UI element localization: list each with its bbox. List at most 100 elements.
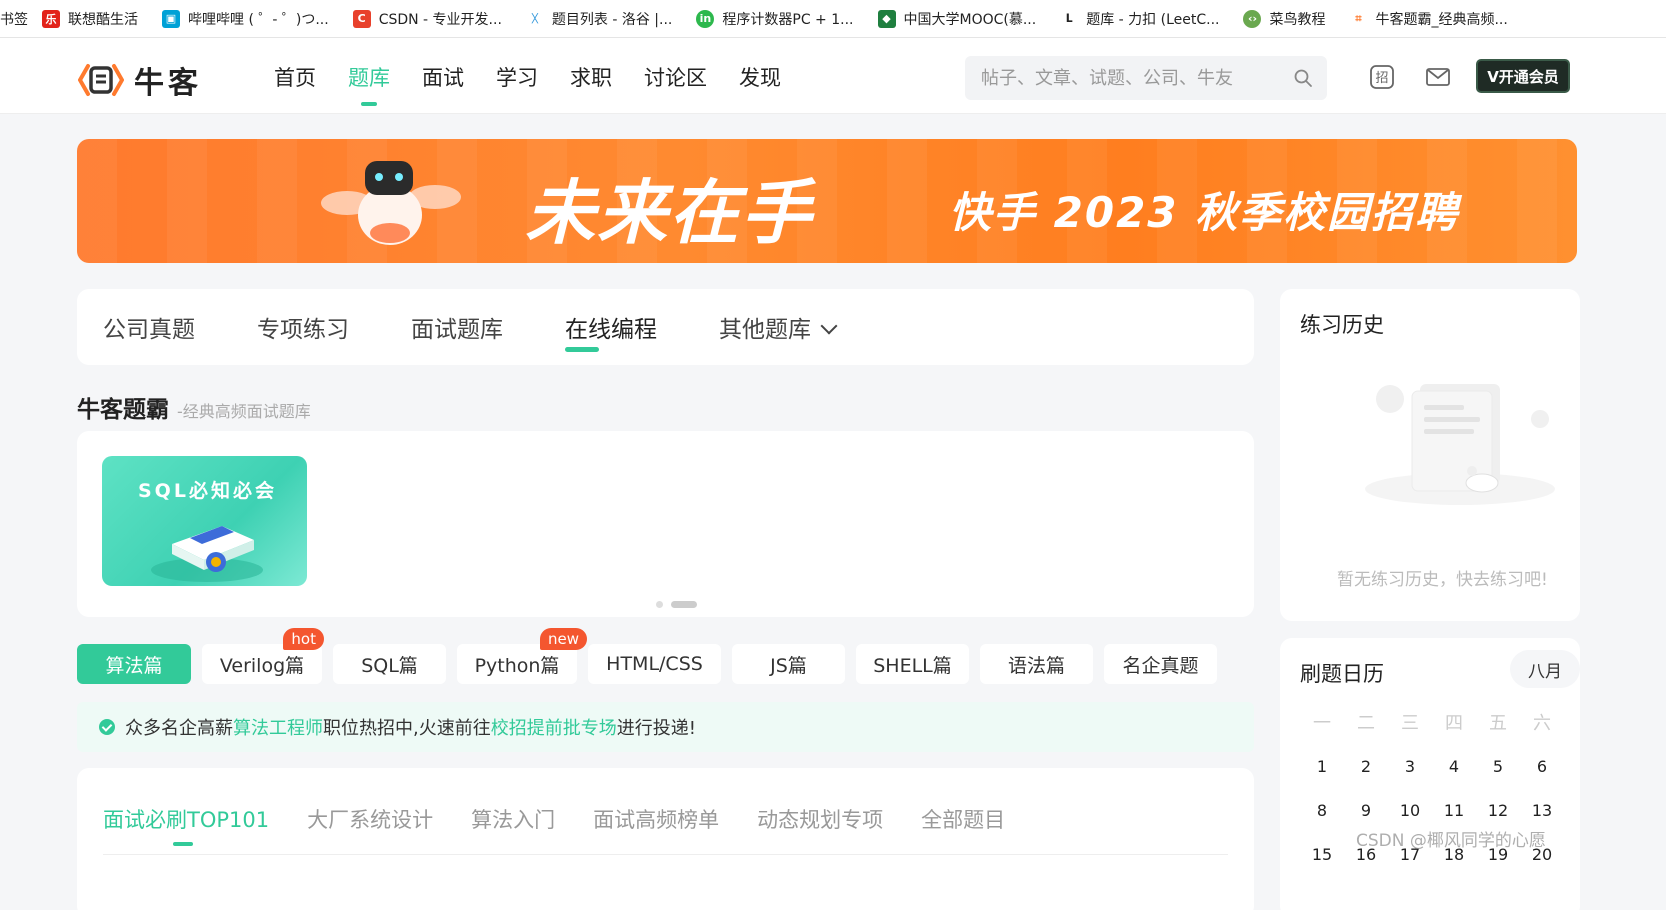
notice-link-algorithm-engineer[interactable]: 算法工程师 <box>233 714 323 740</box>
job-notice: 众多名企高薪 算法工程师 职位热招中,火速前往 校招提前批专场 进行投递! <box>77 702 1254 752</box>
luogu-icon: ᚷ <box>525 9 544 28</box>
nav-learn[interactable]: 学习 <box>496 62 538 92</box>
lang-algorithm[interactable]: 算法篇 <box>77 644 191 684</box>
lang-label: 语法篇 <box>1007 654 1065 677</box>
tab-high-frequency[interactable]: 面试高频榜单 <box>593 804 719 834</box>
logo-text: 牛客 <box>134 66 202 101</box>
bookmark-label: CSDN - 专业开发... <box>378 11 502 28</box>
tab-system-design[interactable]: 大厂系统设计 <box>307 804 433 834</box>
vip-button[interactable]: V开通会员 <box>1476 59 1570 93</box>
calendar-day[interactable]: 10 <box>1388 801 1432 820</box>
tab-company-questions[interactable]: 公司真题 <box>103 310 195 344</box>
category-tabs: 公司真题 专项练习 面试题库 在线编程 其他题库 <box>77 289 1254 365</box>
search-input[interactable] <box>965 56 1265 100</box>
calendar-day[interactable]: 9 <box>1344 801 1388 820</box>
calendar-day[interactable]: 2 <box>1344 757 1388 776</box>
calendar-day[interactable]: 11 <box>1432 801 1476 820</box>
bookmark-leetcode[interactable]: ᒪ 题库 - 力扣 (LeetC... <box>1060 9 1219 29</box>
tab-other-banks[interactable]: 其他题库 <box>719 310 838 344</box>
lang-sql[interactable]: SQL篇 <box>333 644 446 684</box>
banner-slogan: 未来在手 <box>525 172 813 254</box>
nav-jobs[interactable]: 求职 <box>570 62 612 92</box>
weekday-label: 五 <box>1489 713 1507 734</box>
lang-html-css[interactable]: HTML/CSS <box>588 644 721 684</box>
bookmark-nowcoder[interactable]: ⌗ 牛客题霸_经典高频... <box>1349 9 1508 29</box>
tab-interview-bank[interactable]: 面试题库 <box>411 310 503 344</box>
nav-interview[interactable]: 面试 <box>422 62 464 92</box>
lang-label: JS篇 <box>770 654 807 677</box>
bookmark-label: 书签 <box>0 11 28 28</box>
bookmark-mooc[interactable]: ◆ 中国大学MOOC(慕... <box>877 9 1037 29</box>
practice-history-card: 练习历史 暂无练习历史，快去练习吧! <box>1280 289 1580 621</box>
sql-card-title: SQL必知必会 <box>138 480 277 502</box>
month-selector[interactable]: 八月 <box>1510 650 1580 688</box>
check-circle-icon <box>99 719 115 735</box>
bookmark-label: 题库 - 力扣 (LeetC... <box>1086 11 1220 28</box>
csdn-icon: C <box>352 9 371 28</box>
calendar-day[interactable]: 6 <box>1520 757 1564 776</box>
hot-badge: hot <box>283 628 324 650</box>
infoq-icon: in <box>696 9 715 28</box>
lang-verilog[interactable]: Verilog篇 hot <box>202 628 324 684</box>
calendar-day[interactable]: 15 <box>1300 845 1344 864</box>
carousel-dot-active[interactable] <box>671 601 697 608</box>
tab-top101[interactable]: 面试必刷TOP101 <box>103 804 269 846</box>
tab-online-coding[interactable]: 在线编程 <box>565 310 657 352</box>
lang-python[interactable]: Python篇 new <box>457 628 587 684</box>
leetcode-icon: ᒪ <box>1060 9 1079 28</box>
csdn-watermark: CSDN @椰风同学的心愿 <box>1356 831 1546 851</box>
bookmark-csdn[interactable]: C CSDN - 专业开发... <box>352 9 502 29</box>
lang-company-questions[interactable]: 名企真题 <box>1104 644 1217 684</box>
bookmark-bilibili[interactable]: ▣ 哔哩哔哩 ( ゜- ゜)つ... <box>162 9 329 29</box>
bookmarks-bar: 书签 乐联想酷生活 ▣ 哔哩哔哩 ( ゜- ゜)つ... C CSDN - 专业开发… <box>0 0 1666 38</box>
bookmark-infoq[interactable]: in 程序计数器PC + 1... <box>696 9 854 29</box>
calendar-day[interactable]: 3 <box>1388 757 1432 776</box>
section-heading: 牛客题霸 -经典高频面试题库 <box>77 390 311 424</box>
nowcoder-logo-icon <box>78 64 124 96</box>
banner-title: 快手 2023 秋季校园招聘 <box>949 188 1460 237</box>
nowcoder-icon: ⌗ <box>1349 9 1368 28</box>
calendar-day[interactable]: 4 <box>1432 757 1476 776</box>
bookmark-folder[interactable]: 书签 <box>0 9 28 29</box>
calendar-day[interactable]: 8 <box>1300 801 1344 820</box>
sql-course-card[interactable]: SQL必知必会 <box>102 456 307 586</box>
calendar-day[interactable]: 12 <box>1476 801 1520 820</box>
tab-topic-practice[interactable]: 专项练习 <box>257 310 349 344</box>
lang-js[interactable]: JS篇 <box>732 644 845 684</box>
section-title: 牛客题霸 <box>77 397 169 423</box>
bookmark-runoob[interactable]: ‹› 菜鸟教程 <box>1243 9 1325 29</box>
lang-syntax[interactable]: 语法篇 <box>980 644 1093 684</box>
tab-all-problems[interactable]: 全部题目 <box>921 804 1005 834</box>
nav-discuss[interactable]: 讨论区 <box>644 62 707 92</box>
carousel-dot[interactable] <box>656 601 663 608</box>
bookmark-label: 中国大学MOOC(慕... <box>903 11 1037 28</box>
calendar-weekdays: 一 二 三 四 五 六 <box>1300 700 1580 744</box>
nav-discover[interactable]: 发现 <box>739 62 781 92</box>
history-title: 练习历史 <box>1300 313 1384 337</box>
lang-label: Verilog篇 <box>219 654 305 677</box>
promo-banner[interactable]: 未来在手 快手 2023 秋季校园招聘 <box>77 139 1577 263</box>
notice-text-3: 进行投递! <box>616 718 696 739</box>
practice-calendar-card: 刷题日历 八月 一 二 三 四 五 六 1 2 3 4 5 6 8 9 10 1… <box>1280 638 1580 910</box>
site-header: 牛客 首页 题库 面试 学习 求职 讨论区 发现 招 V开通会员 <box>0 38 1666 114</box>
notice-link-campus-recruit[interactable]: 校招提前批专场 <box>491 714 617 740</box>
lang-label: SQL篇 <box>361 654 418 677</box>
bookmark-lenovo[interactable]: 乐联想酷生活 <box>42 9 138 29</box>
bookmark-label: 哔哩哔哩 ( ゜- ゜)つ... <box>188 11 329 28</box>
weekday-label: 一 <box>1313 713 1331 734</box>
lang-shell[interactable]: SHELL篇 <box>856 644 969 684</box>
recruit-icon[interactable]: 招 <box>1369 64 1395 90</box>
nav-problems[interactable]: 题库 <box>348 62 390 106</box>
tab-dynamic-programming[interactable]: 动态规划专项 <box>757 804 883 834</box>
tab-algorithm-intro[interactable]: 算法入门 <box>471 804 555 834</box>
calendar-day[interactable]: 1 <box>1300 757 1344 776</box>
bookmark-luogu[interactable]: ᚷ 题目列表 - 洛谷 |... <box>525 9 672 29</box>
nav-home[interactable]: 首页 <box>274 62 316 92</box>
weekday-label: 二 <box>1357 713 1375 734</box>
calendar-day[interactable]: 5 <box>1476 757 1520 776</box>
calendar-day[interactable]: 13 <box>1520 801 1564 820</box>
tab-other-label: 其他题库 <box>719 317 811 343</box>
search-icon[interactable] <box>1293 68 1313 88</box>
site-logo[interactable]: 牛客 <box>78 58 202 102</box>
mail-icon[interactable] <box>1425 64 1451 90</box>
